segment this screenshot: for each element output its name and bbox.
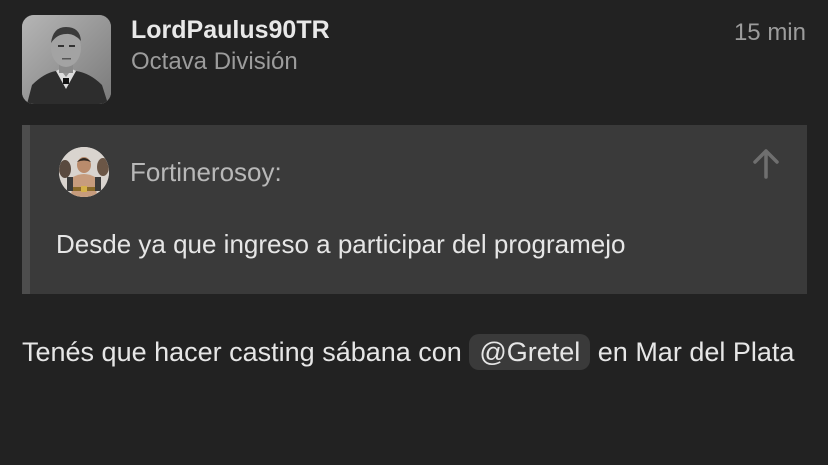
user-mention[interactable]: @Gretel [469, 334, 591, 370]
post-body-text-before: Tenés que hacer casting sábana con [22, 337, 462, 367]
post-timestamp[interactable]: 15 min [734, 18, 806, 48]
post-body: Tenés que hacer casting sábana con @Gret… [22, 330, 802, 374]
author-usergroup: Octava División [131, 48, 298, 75]
quote-author-avatar[interactable] [59, 147, 109, 197]
author-avatar[interactable] [22, 15, 111, 104]
portrait-image [22, 15, 111, 104]
post: LordPaulus90TR Octava División 15 min Fo… [0, 0, 828, 465]
post-body-text-after: en Mar del Plata [597, 337, 795, 367]
quote-text: Desde ya que ingreso a participar del pr… [56, 229, 626, 259]
author-username[interactable]: LordPaulus90TR [131, 15, 330, 45]
quote-block: Fortinerosoy: Desde ya que ingreso a par… [22, 125, 807, 294]
arrow-up-icon[interactable] [749, 147, 783, 181]
quote-author-label[interactable]: Fortinerosoy: [130, 155, 282, 189]
quote-portrait-image [59, 147, 109, 197]
